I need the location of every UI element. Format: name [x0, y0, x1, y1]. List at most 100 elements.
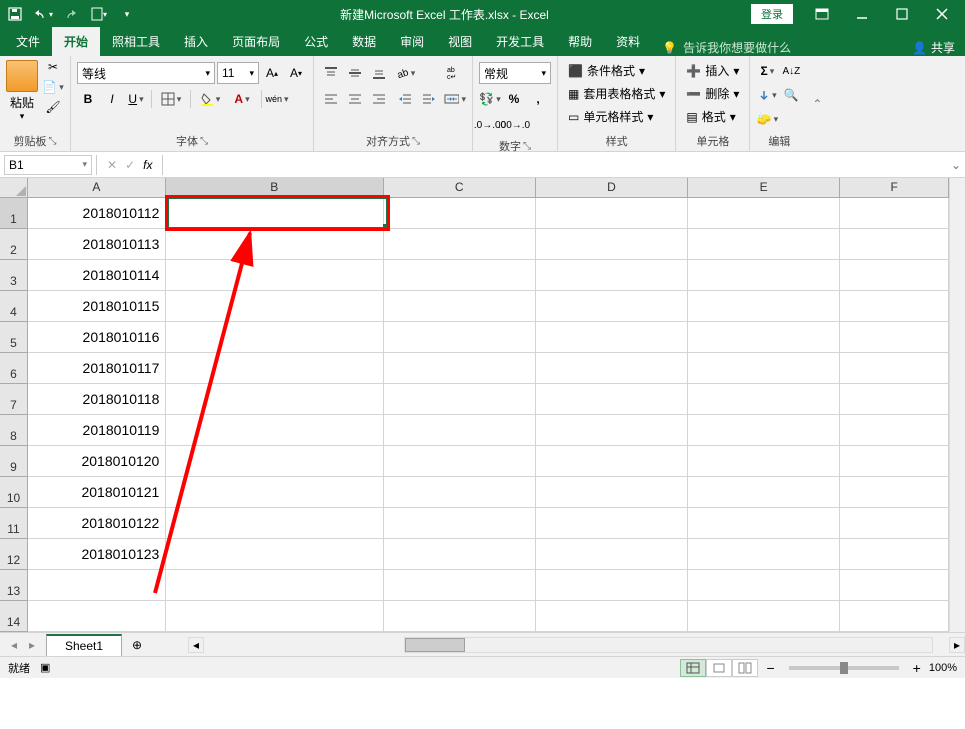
cell[interactable]: [536, 601, 688, 632]
cell[interactable]: [840, 353, 949, 384]
cell[interactable]: [166, 353, 383, 384]
cell[interactable]: [688, 260, 840, 291]
paste-button[interactable]: 粘贴 ▾: [6, 58, 38, 122]
percent-icon[interactable]: %: [503, 88, 525, 110]
row-header-5[interactable]: 5: [0, 322, 28, 353]
cell[interactable]: 2018010122: [28, 508, 166, 539]
cell[interactable]: [688, 508, 840, 539]
row-header-11[interactable]: 11: [0, 508, 28, 539]
phonetic-icon[interactable]: wén: [266, 88, 288, 110]
row-header-4[interactable]: 4: [0, 291, 28, 322]
cell[interactable]: [840, 570, 949, 601]
underline-icon[interactable]: U: [125, 88, 147, 110]
cell[interactable]: [384, 198, 536, 229]
copy-icon[interactable]: 📄: [42, 78, 64, 96]
conditional-format-button[interactable]: ⬛条件格式 ▾: [564, 60, 669, 81]
clear-icon[interactable]: 🧽: [756, 108, 778, 130]
fx-icon[interactable]: fx: [143, 158, 152, 172]
hscroll-thumb[interactable]: [405, 638, 465, 652]
cancel-formula-icon[interactable]: ✕: [107, 158, 117, 172]
col-header-B[interactable]: B: [166, 178, 383, 198]
qat-customize-icon[interactable]: ▾: [116, 3, 138, 25]
cell[interactable]: [166, 322, 383, 353]
cell[interactable]: [384, 446, 536, 477]
tab-help[interactable]: 帮助: [556, 27, 604, 56]
cell[interactable]: [166, 508, 383, 539]
cell[interactable]: [688, 384, 840, 415]
fill-icon[interactable]: [756, 84, 778, 106]
cell[interactable]: 2018010115: [28, 291, 166, 322]
enter-formula-icon[interactable]: ✓: [125, 158, 135, 172]
cell[interactable]: [688, 291, 840, 322]
ribbon-display-icon[interactable]: [803, 2, 841, 26]
cell[interactable]: [384, 322, 536, 353]
align-bottom-icon[interactable]: [368, 62, 390, 84]
col-header-D[interactable]: D: [536, 178, 688, 198]
tab-view[interactable]: 视图: [436, 27, 484, 56]
cell[interactable]: [688, 322, 840, 353]
cell[interactable]: [840, 601, 949, 632]
row-header-14[interactable]: 14: [0, 601, 28, 632]
cell[interactable]: [536, 198, 688, 229]
cell[interactable]: [166, 539, 383, 570]
row-header-1[interactable]: 1: [0, 198, 28, 229]
formula-input[interactable]: [169, 155, 947, 175]
cell-styles-button[interactable]: ▭单元格样式 ▾: [564, 106, 669, 127]
decrease-font-icon[interactable]: A▾: [285, 62, 307, 84]
row-header-3[interactable]: 3: [0, 260, 28, 291]
maximize-icon[interactable]: [883, 2, 921, 26]
cell[interactable]: [688, 601, 840, 632]
cell[interactable]: [536, 322, 688, 353]
number-dialog-launcher[interactable]: ⤡: [523, 141, 531, 152]
cell[interactable]: [536, 539, 688, 570]
name-box[interactable]: B1▾: [4, 155, 92, 175]
expand-formula-bar-icon[interactable]: ⌄: [947, 158, 965, 172]
tab-camera-tools[interactable]: 照相工具: [100, 27, 172, 56]
cell[interactable]: [840, 198, 949, 229]
border-icon[interactable]: [156, 88, 186, 110]
row-header-13[interactable]: 13: [0, 570, 28, 601]
spreadsheet-grid[interactable]: A B C D E F 1234567891011121314 20180101…: [0, 178, 965, 632]
align-left-icon[interactable]: [320, 88, 342, 110]
zoom-in-icon[interactable]: +: [913, 660, 921, 676]
wrap-text-icon[interactable]: abc↵: [444, 62, 466, 84]
undo-icon[interactable]: ▾: [32, 3, 54, 25]
zoom-slider[interactable]: [789, 666, 899, 670]
cell[interactable]: [166, 260, 383, 291]
close-icon[interactable]: [923, 2, 961, 26]
cell[interactable]: [840, 260, 949, 291]
alignment-dialog-launcher[interactable]: ⤡: [412, 136, 420, 147]
row-header-10[interactable]: 10: [0, 477, 28, 508]
row-header-12[interactable]: 12: [0, 539, 28, 570]
row-header-9[interactable]: 9: [0, 446, 28, 477]
align-center-icon[interactable]: [344, 88, 366, 110]
cell[interactable]: [384, 601, 536, 632]
cell[interactable]: [166, 415, 383, 446]
cell[interactable]: [384, 229, 536, 260]
clipboard-dialog-launcher[interactable]: ⤡: [49, 136, 57, 147]
cell[interactable]: [384, 508, 536, 539]
cell[interactable]: [840, 508, 949, 539]
cell[interactable]: [166, 477, 383, 508]
cell[interactable]: [28, 570, 166, 601]
row-header-2[interactable]: 2: [0, 229, 28, 260]
select-all-corner[interactable]: [0, 178, 28, 198]
delete-cells-button[interactable]: ➖删除 ▾: [682, 83, 743, 104]
align-top-icon[interactable]: [320, 62, 342, 84]
cell[interactable]: [384, 570, 536, 601]
cell[interactable]: [166, 384, 383, 415]
increase-indent-icon[interactable]: [418, 88, 440, 110]
number-format-select[interactable]: 常规▾: [479, 62, 551, 84]
cell[interactable]: 2018010120: [28, 446, 166, 477]
font-color-icon[interactable]: A: [227, 88, 257, 110]
cell[interactable]: [384, 291, 536, 322]
decrease-indent-icon[interactable]: [394, 88, 416, 110]
cell[interactable]: [688, 415, 840, 446]
redo-icon[interactable]: [60, 3, 82, 25]
hscroll-left-icon[interactable]: ◂: [188, 637, 204, 653]
zoom-level[interactable]: 100%: [929, 662, 957, 674]
normal-view-icon[interactable]: [680, 659, 706, 677]
cell[interactable]: [536, 384, 688, 415]
find-select-icon[interactable]: 🔍: [780, 84, 802, 106]
cell[interactable]: [536, 229, 688, 260]
